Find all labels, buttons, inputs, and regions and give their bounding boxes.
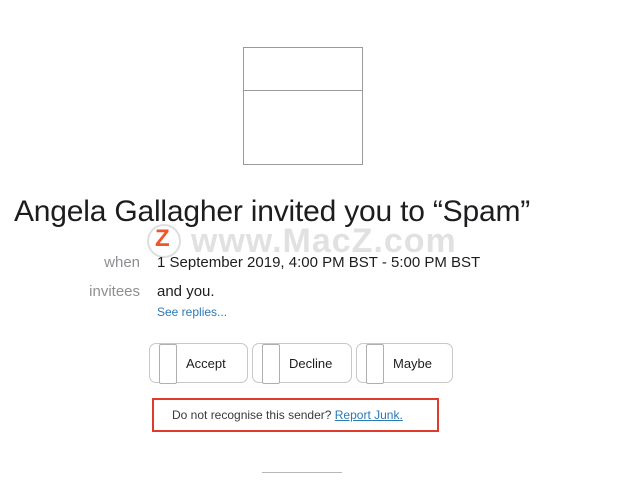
divider [262,472,342,473]
invite-title: Angela Gallagher invited you to “Spam” [14,195,531,228]
maybe-label: Maybe [393,356,433,371]
report-junk-prompt: Do not recognise this sender? [172,408,335,422]
when-label: when [104,254,140,271]
report-junk-text: Do not recognise this sender? Report Jun… [172,408,403,422]
maybe-radio-icon [366,344,384,384]
invitees-value: and you. [157,283,215,300]
calendar-icon [243,47,363,165]
report-junk-link[interactable]: Report Junk. [335,408,403,422]
decline-radio-icon [262,344,280,384]
decline-label: Decline [289,356,333,371]
accept-radio-icon [159,344,177,384]
decline-button[interactable]: Decline [252,343,352,384]
invitees-label: invitees [89,283,140,300]
calendar-icon-header [244,48,362,91]
accept-button[interactable]: Accept [149,343,248,384]
report-junk-box: Do not recognise this sender? Report Jun… [152,398,439,432]
maybe-button[interactable]: Maybe [356,343,453,384]
see-replies-link[interactable]: See replies... [157,305,227,319]
when-value: 1 September 2019, 4:00 PM BST - 5:00 PM … [157,254,481,271]
accept-label: Accept [186,356,226,371]
